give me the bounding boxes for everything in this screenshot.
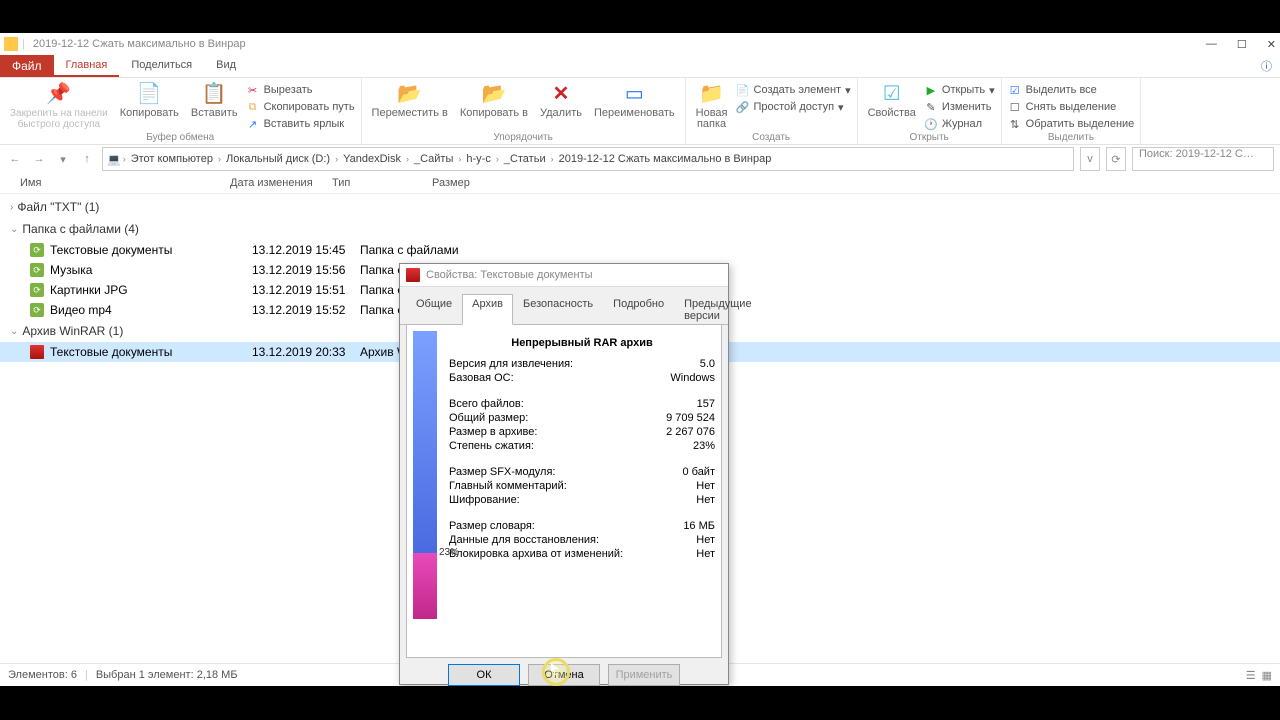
crumb[interactable]: _Сайты [411, 153, 456, 165]
dialog-tabs: Общие Архив Безопасность Подробно Предыд… [400, 287, 728, 325]
archive-header: Непрерывный RAR архив [449, 337, 715, 349]
compression-bar [413, 331, 437, 619]
paste-button[interactable]: 📋Вставить [187, 80, 242, 121]
new-folder-button[interactable]: 📁Новая папка [692, 80, 732, 132]
minimize-button[interactable]: — [1206, 38, 1217, 51]
archive-stats: Непрерывный RAR архив Версия для извлече… [449, 331, 715, 651]
title-bar: | 2019-12-12 Сжать максимально в Винрар … [0, 33, 1280, 55]
view-details-icon[interactable]: ☰ [1246, 669, 1256, 682]
dialog-title-bar: Свойства: Текстовые документы [400, 264, 728, 287]
window-title: 2019-12-12 Сжать максимально в Винрар [29, 38, 246, 50]
stat-row: Степень сжатия:23% [449, 439, 715, 453]
new-item-button[interactable]: 📄Создать элемент ▾ [736, 82, 851, 98]
folder-icon: ⟳ [30, 263, 44, 277]
nav-bar: ← → ▾ ↑ 💻›Этот компьютер›Локальный диск … [0, 145, 1280, 173]
crumb[interactable]: Этот компьютер [128, 153, 216, 165]
crumb[interactable]: Локальный диск (D:) [223, 153, 333, 165]
tab-share[interactable]: Поделиться [119, 55, 204, 77]
forward-button[interactable]: → [30, 150, 48, 168]
invert-selection-button[interactable]: ⇅Обратить выделение [1008, 116, 1135, 132]
rar-icon [406, 268, 420, 282]
open-button[interactable]: ▶Открыть ▾ [924, 82, 995, 98]
delete-button[interactable]: ✕Удалить [536, 80, 586, 121]
list-item[interactable]: ⟳Текстовые документы13.12.2019 15:45Папк… [0, 240, 1280, 260]
move-button[interactable]: 📂Переместить в [368, 80, 452, 121]
paste-shortcut-button[interactable]: ↗Вставить ярлык [246, 116, 355, 132]
col-size[interactable]: Размер [432, 177, 512, 189]
stat-row: Блокировка архива от изменений:Нет [449, 547, 715, 561]
tab-view[interactable]: Вид [204, 55, 248, 77]
cut-button[interactable]: ✂Вырезать [246, 82, 355, 98]
cancel-button[interactable]: Отмена [528, 664, 600, 686]
stat-row: Базовая ОС:Windows [449, 371, 715, 385]
history-button[interactable]: 🕐Журнал [924, 116, 995, 132]
tab-details[interactable]: Подробно [603, 294, 674, 325]
tab-file[interactable]: Файл [0, 55, 54, 77]
stat-row: Размер SFX-модуля:0 байт [449, 465, 715, 479]
close-button[interactable]: ✕ [1267, 38, 1276, 51]
rar-icon [30, 345, 44, 359]
refresh-button[interactable]: ⟳ [1106, 147, 1126, 171]
tab-archive[interactable]: Архив [462, 294, 513, 325]
stat-row: Общий размер:9 709 524 [449, 411, 715, 425]
tab-security[interactable]: Безопасность [513, 294, 603, 325]
search-input[interactable]: Поиск: 2019-12-12 С… [1132, 147, 1274, 171]
folder-icon: ⟳ [30, 283, 44, 297]
stat-row: Данные для восстановления:Нет [449, 533, 715, 547]
compression-label: 23% [439, 547, 459, 558]
ribbon-tabs: Файл Главная Поделиться Вид ⓘ [0, 55, 1280, 78]
copy-button[interactable]: 📄Копировать [116, 80, 183, 121]
column-headers[interactable]: Имя Дата изменения Тип Размер [0, 173, 1280, 194]
copy-to-button[interactable]: 📂Копировать в [456, 80, 532, 121]
stat-row: Всего файлов:157 [449, 397, 715, 411]
tab-prev-versions[interactable]: Предыдущие версии [674, 294, 761, 325]
maximize-button[interactable]: ☐ [1237, 38, 1247, 51]
folder-icon: ⟳ [30, 303, 44, 317]
tab-home[interactable]: Главная [54, 55, 120, 77]
status-count: Элементов: 6 [8, 669, 77, 681]
stat-row: Шифрование:Нет [449, 493, 715, 507]
edit-button[interactable]: ✎Изменить [924, 99, 995, 115]
stat-row: Размер в архиве:2 267 076 [449, 425, 715, 439]
group-folders[interactable]: ⌄Папка с файлами (4) [0, 218, 1280, 240]
group-txt[interactable]: ›Файл "TXT" (1) [0, 196, 1280, 218]
up-button[interactable]: ↑ [78, 150, 96, 168]
folder-icon [4, 37, 18, 51]
folder-icon: ⟳ [30, 243, 44, 257]
crumb[interactable]: _Статьи [501, 153, 549, 165]
view-tiles-icon[interactable]: ▦ [1262, 669, 1272, 682]
crumbs-dropdown[interactable]: v [1080, 147, 1100, 171]
ribbon: 📌Закрепить на панели быстрого доступа 📄К… [0, 78, 1280, 145]
help-button[interactable]: ⓘ [1253, 55, 1280, 77]
crumb[interactable]: YandexDisk [340, 153, 404, 165]
col-date[interactable]: Дата изменения [230, 177, 332, 189]
dialog-body: 23% Непрерывный RAR архив Версия для изв… [406, 325, 722, 658]
properties-button[interactable]: ☑Свойства [864, 80, 920, 121]
back-button[interactable]: ← [6, 150, 24, 168]
easy-access-button[interactable]: 🔗Простой доступ ▾ [736, 99, 851, 115]
copy-path-button[interactable]: ⧉Скопировать путь [246, 99, 355, 115]
pin-button[interactable]: 📌Закрепить на панели быстрого доступа [6, 80, 112, 132]
crumb[interactable]: h-y-c [463, 153, 493, 165]
qat-separator: | [22, 38, 25, 50]
stat-row: Главный комментарий:Нет [449, 479, 715, 493]
col-name[interactable]: Имя [20, 177, 230, 189]
recent-button[interactable]: ▾ [54, 150, 72, 168]
dialog-title: Свойства: Текстовые документы [426, 269, 593, 281]
stat-row: Версия для извлечения:5.0 [449, 357, 715, 371]
rename-button[interactable]: ▭Переименовать [590, 80, 679, 121]
ok-button[interactable]: ОК [448, 664, 520, 686]
tab-general[interactable]: Общие [406, 294, 462, 325]
stat-row: Размер словаря:16 МБ [449, 519, 715, 533]
apply-button[interactable]: Применить [608, 664, 680, 686]
dialog-footer: ОК Отмена Применить [400, 658, 728, 692]
col-type[interactable]: Тип [332, 177, 432, 189]
select-all-button[interactable]: ☑Выделить все [1008, 82, 1135, 98]
status-selection: Выбран 1 элемент: 2,18 МБ [96, 669, 238, 681]
crumb[interactable]: 2019-12-12 Сжать максимально в Винрар [556, 153, 775, 165]
select-none-button[interactable]: ☐Снять выделение [1008, 99, 1135, 115]
properties-dialog: Свойства: Текстовые документы Общие Архи… [399, 263, 729, 685]
breadcrumb[interactable]: 💻›Этот компьютер›Локальный диск (D:)›Yan… [102, 147, 1074, 171]
